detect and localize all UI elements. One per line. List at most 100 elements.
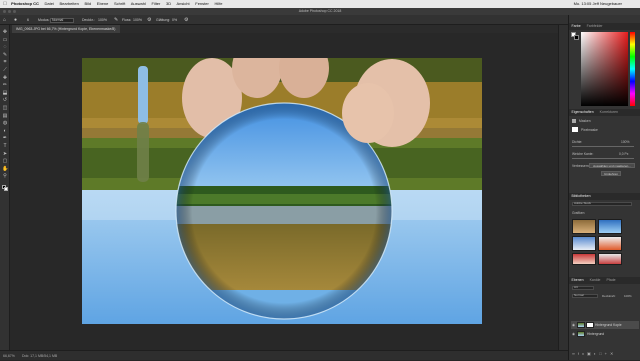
healing-icon[interactable]: ✚ [2,75,8,81]
gradient-icon[interactable]: ▤ [2,113,8,119]
add-mask-icon[interactable]: ▣ [587,351,594,356]
invert-button[interactable]: Umkehren [601,171,621,176]
document-tab-label: IMG_0963.JPG bei 66,7% (Hintergrund Kopi… [16,27,116,31]
library-dropdown-value: Adobe Stock [574,201,592,205]
blend-mode-value: Normal [574,293,584,297]
menu-app-name[interactable]: Photoshop CC [11,1,39,6]
pixel-mask-thumbnail[interactable] [572,127,578,132]
blur-icon[interactable]: ◍ [2,120,8,126]
window-title-bar: Adobe Photoshop CC 2018 [0,8,640,15]
menu-item-image[interactable]: Bild [84,1,91,6]
visibility-eye-icon[interactable]: ◉ [572,330,575,338]
library-thumbnail[interactable] [572,219,596,234]
menu-item-filter[interactable]: Filter [151,1,160,6]
eyedropper-icon[interactable]: ⟋ [2,67,8,73]
flow-label: Fluss: [122,18,132,22]
layer-filter-value: Art [574,285,578,289]
tab-swatches[interactable]: Farbfelder [584,24,605,28]
type-icon[interactable]: T [2,143,8,149]
home-icon[interactable]: ⌂ [3,15,6,24]
density-slider[interactable] [572,146,634,147]
menu-item-layer[interactable]: Ebene [97,1,109,6]
brush-size-value[interactable]: 6 [27,15,29,24]
brush-preset-icon[interactable]: ● [14,15,17,24]
menu-item-edit[interactable]: Bearbeiten [60,1,79,6]
select-and-mask-label: Auswählen und maskieren... [593,164,631,168]
document-tab[interactable]: IMG_0963.JPG bei 66,7% (Hintergrund Kopi… [12,25,120,33]
menu-item-3d[interactable]: 3D [166,1,171,6]
pen-icon[interactable]: ✒ [2,135,8,141]
menu-item-file[interactable]: Datei [45,1,54,6]
stamp-icon[interactable]: ⬓ [2,90,8,96]
opacity-label: Deckkr.: [82,18,95,22]
layer-thumbnail [577,322,585,328]
crop-icon[interactable]: ⌗ [2,59,8,65]
menubar-status: Mo. 13:05 Jeff Neugebauer [573,1,622,6]
color-picker-field[interactable] [581,32,628,106]
quick-select-icon[interactable]: ✎ [2,52,8,58]
feather-slider[interactable] [572,158,634,159]
airbrush-icon[interactable]: ⚙ [147,15,151,24]
feather-label: Weiche Kante: [572,152,594,156]
menu-item-view[interactable]: Ansicht [177,1,190,6]
tab-libraries[interactable]: Bibliotheken [569,194,593,198]
path-select-icon[interactable]: ➤ [2,151,8,157]
delete-layer-icon[interactable]: ✕ [610,351,616,356]
menu-item-window[interactable]: Fenster [195,1,209,6]
library-thumbnail[interactable] [598,253,622,265]
layer-opacity-label: Deckkraft: [602,294,616,298]
density-value[interactable]: 100% [621,140,629,144]
canvas-photo[interactable] [82,58,482,324]
marquee-icon[interactable]: ▭ [2,37,8,43]
tab-color[interactable]: Farbe [569,24,583,28]
layer-name: Hintergrund [587,332,605,336]
fg-bg-swatch[interactable] [571,32,579,40]
mode-value: Normal [52,18,64,22]
library-thumbnail[interactable] [572,253,596,265]
invert-label: Umkehren [604,172,618,176]
library-thumbnail[interactable] [598,236,622,251]
history-brush-icon[interactable]: ↺ [2,97,8,103]
refine-label: Verbessern: [572,164,590,168]
library-thumbnail[interactable] [572,236,596,251]
layer-row[interactable]: ◉ Hintergrund Kopie [571,321,639,329]
menu-item-help[interactable]: Hilfe [214,1,222,6]
shape-icon[interactable]: ▢ [2,158,8,164]
brush-icon[interactable]: ✏ [2,82,8,88]
photo-image [82,58,482,324]
menu-item-type[interactable]: Schrift [114,1,125,6]
pressure-opacity-icon[interactable]: ✎ [114,15,118,24]
properties-panel-tabs: Eigenschaften Korrekturen [569,109,640,116]
tab-properties[interactable]: Eigenschaften [569,110,596,114]
smoothing-input[interactable]: 0% [172,15,177,24]
zoom-icon[interactable]: ⚲ [2,173,8,179]
background-color-swatch[interactable] [574,35,579,40]
tab-channels[interactable]: Kanäle [587,278,603,282]
layer-style-icon[interactable]: fx [578,351,587,356]
eraser-icon[interactable]: ◫ [2,105,8,111]
toolbar-background-swatch[interactable] [4,187,8,191]
apple-icon[interactable]:  [0,0,10,8]
hue-slider[interactable] [630,32,635,106]
tab-layers[interactable]: Ebenen [569,278,586,282]
document-tab-bar: IMG_0963.JPG bei 66,7% (Hintergrund Kopi… [10,25,568,33]
visibility-eye-icon[interactable]: ◉ [572,321,575,329]
tab-paths[interactable]: Pfade [604,278,618,282]
smoothing-settings-icon[interactable]: ⚙ [184,15,188,24]
hand-icon[interactable]: ✋ [2,166,8,172]
layer-row[interactable]: ◉ Hintergrund [571,330,639,338]
opacity-input[interactable]: 100% [98,15,107,24]
lasso-icon[interactable]: ◌ [2,44,8,50]
layer-opacity-value[interactable]: 100% [624,294,632,298]
tab-adjustments[interactable]: Korrekturen [597,110,620,114]
layer-mask-thumbnail[interactable] [586,322,594,328]
menu-item-select[interactable]: Auswahl [131,1,146,6]
library-thumbnail[interactable] [598,219,622,234]
layer-thumbnail [577,331,585,337]
feather-value[interactable]: 0,0 Px [619,152,628,156]
select-and-mask-button[interactable]: Auswählen und maskieren... [589,163,635,168]
flow-input[interactable]: 100% [133,15,142,24]
dodge-icon[interactable]: ◐ [2,128,8,134]
move-icon[interactable]: ✥ [2,29,8,35]
color-panel-tabs: Farbe Farbfelder [569,23,640,30]
